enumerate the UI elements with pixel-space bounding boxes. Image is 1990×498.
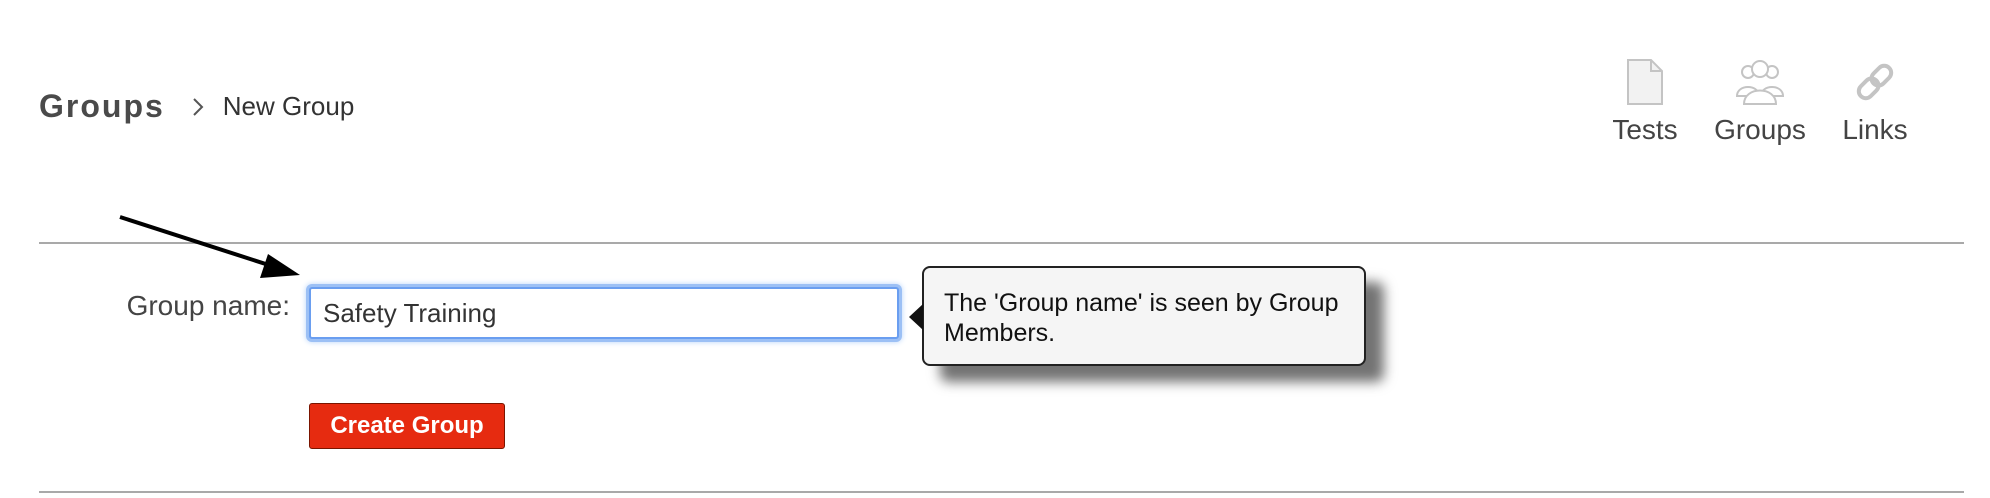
breadcrumb-root[interactable]: Groups: [39, 88, 165, 125]
nav-item-links[interactable]: Links: [1820, 58, 1930, 146]
group-name-input[interactable]: [309, 287, 899, 339]
pointer-arrow-icon: [119, 215, 300, 278]
top-nav: Tests Groups Links: [1590, 58, 1990, 168]
nav-item-label: Links: [1842, 114, 1908, 145]
nav-item-tests[interactable]: Tests: [1590, 58, 1700, 146]
nav-item-label: Groups: [1714, 114, 1806, 145]
divider-bottom: [39, 491, 1964, 493]
tooltip-text: The 'Group name' is seen by Group Member…: [944, 289, 1339, 347]
chevron-right-icon: [193, 97, 204, 116]
document-icon: [1627, 59, 1663, 105]
divider-top: [39, 242, 1964, 244]
create-group-button[interactable]: Create Group: [309, 403, 505, 449]
nav-item-groups[interactable]: Groups: [1705, 58, 1815, 146]
breadcrumb-current: New Group: [222, 91, 355, 121]
breadcrumb: Groups New Group: [39, 88, 354, 125]
nav-item-label: Tests: [1612, 114, 1678, 145]
tooltip-pointer: [909, 304, 923, 330]
link-icon: [1856, 63, 1894, 101]
help-tooltip: The 'Group name' is seen by Group Member…: [909, 266, 1366, 366]
users-icon: [1735, 60, 1785, 105]
group-name-label: Group name:: [126, 290, 290, 321]
